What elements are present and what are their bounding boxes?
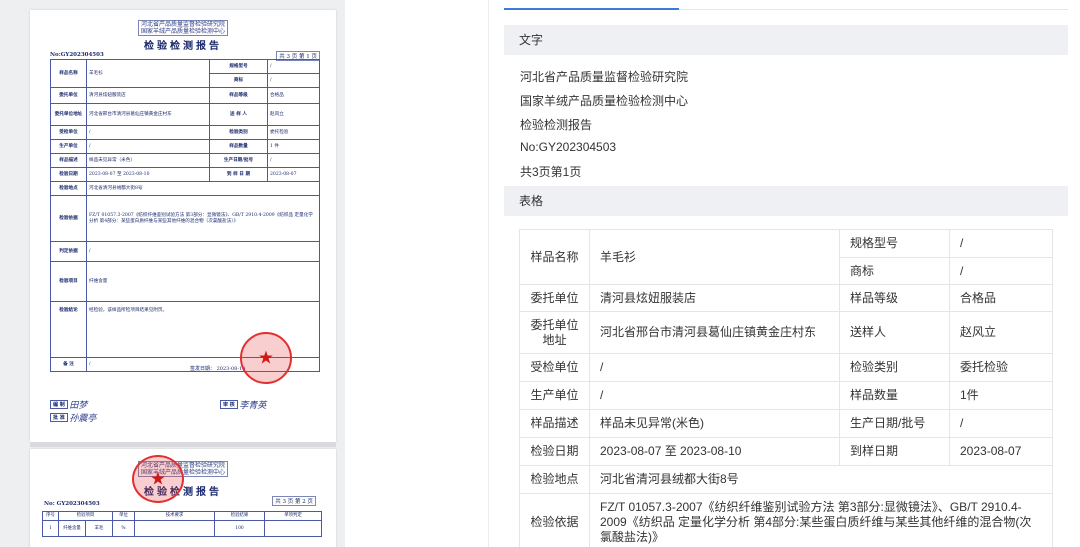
report-org-line-1: 河北省产品质量监督检验研究院 <box>140 21 225 28</box>
table-row: 委托单位地址 河北省邢台市清河县葛仙庄镇黄金庄村东 送样人 赵风立 <box>519 311 1053 354</box>
text-section-header[interactable]: 文字 <box>504 25 1068 55</box>
text-line-5: 共3页第1页 <box>520 165 582 179</box>
approver-signature: 批 准 孙震亭 <box>50 411 96 424</box>
text-line-4: No:GY202304503 <box>520 140 617 154</box>
report-title: 检验检测报告 <box>144 41 222 52</box>
report-info-table: 样品名称 羊毛衫 规格型号 / 商标 / 委托单位 清河县炫妞服装店 样品等级 … <box>50 59 320 372</box>
table-row: 检验地点 河北省清河县绒都大街8号 <box>519 465 1053 494</box>
text-line-2: 国家羊绒产品质量检验检测中心 <box>520 94 689 108</box>
report-number-2: No: GY202304503 <box>44 501 100 507</box>
official-seal-stamp <box>240 332 292 384</box>
document-preview-pane[interactable]: 河北省产品质量监督检验研究院 国家羊绒产品质量检验检测中心 检验检测报告 No:… <box>0 0 345 547</box>
table-row: 检验依据 FZ/T 01057.3-2007《纺织纤维鉴别试验方法 第3部分:显… <box>519 493 1053 547</box>
table-row: 委托单位 清河县炫妞服装店 样品等级 合格品 <box>519 284 1053 312</box>
report-org-line-2: 国家羊绒产品质量检验检测中心 <box>140 28 225 35</box>
report-issue-date: 签发日期： 2023-08-10 <box>190 366 246 372</box>
table-row: 样品描述 样品未见异常(米色) 生产日期/批号 / <box>519 409 1053 438</box>
official-seal-stamp-2 <box>132 455 184 503</box>
report-org-header: 河北省产品质量监督检验研究院 国家羊绒产品质量检验检测中心 <box>30 20 336 36</box>
recognized-table: 样品名称 羊毛衫 规格型号 / 商标 / 委托单位 清河县炫妞服装店 样品等级 … <box>519 229 1053 547</box>
text-line-1: 河北省产品质量监督检验研究院 <box>520 70 689 84</box>
results-table-preview: 序号 检验项目 单位 技术要求 检验结果 单项判定 1 纤维含量 羊毛 % 10… <box>42 511 322 537</box>
page-separator <box>30 442 336 447</box>
active-tab-indicator[interactable] <box>504 8 679 10</box>
report-page-2-thumbnail[interactable]: 河北省产品质量监督检验研究院 国家羊绒产品质量检验检测中心 检验检测报告 No:… <box>30 449 336 547</box>
report-number: No:GY202304503 <box>50 52 104 58</box>
table-row: 生产单位 / 样品数量 1件 <box>519 381 1053 410</box>
table-row: 检验日期 2023-08-07 至 2023-08-10 到样日期 2023-0… <box>519 437 1053 466</box>
table-row: 受检单位 / 检验类别 委托检验 <box>519 353 1053 382</box>
reviewer-signature: 审 核 李青英 <box>220 398 266 411</box>
compiler-signature: 编 制 田梦 <box>50 398 87 411</box>
text-line-3: 检验检测报告 <box>520 118 593 132</box>
table-section-header[interactable]: 表格 <box>504 186 1068 216</box>
report-page-info-2: 共 3 页 第 2 页 <box>272 496 316 506</box>
table-row: 样品名称 羊毛衫 规格型号 / <box>519 229 1053 285</box>
report-page-1-thumbnail[interactable]: 河北省产品质量监督检验研究院 国家羊绒产品质量检验检测中心 检验检测报告 No:… <box>30 10 336 442</box>
pane-divider <box>488 0 489 547</box>
